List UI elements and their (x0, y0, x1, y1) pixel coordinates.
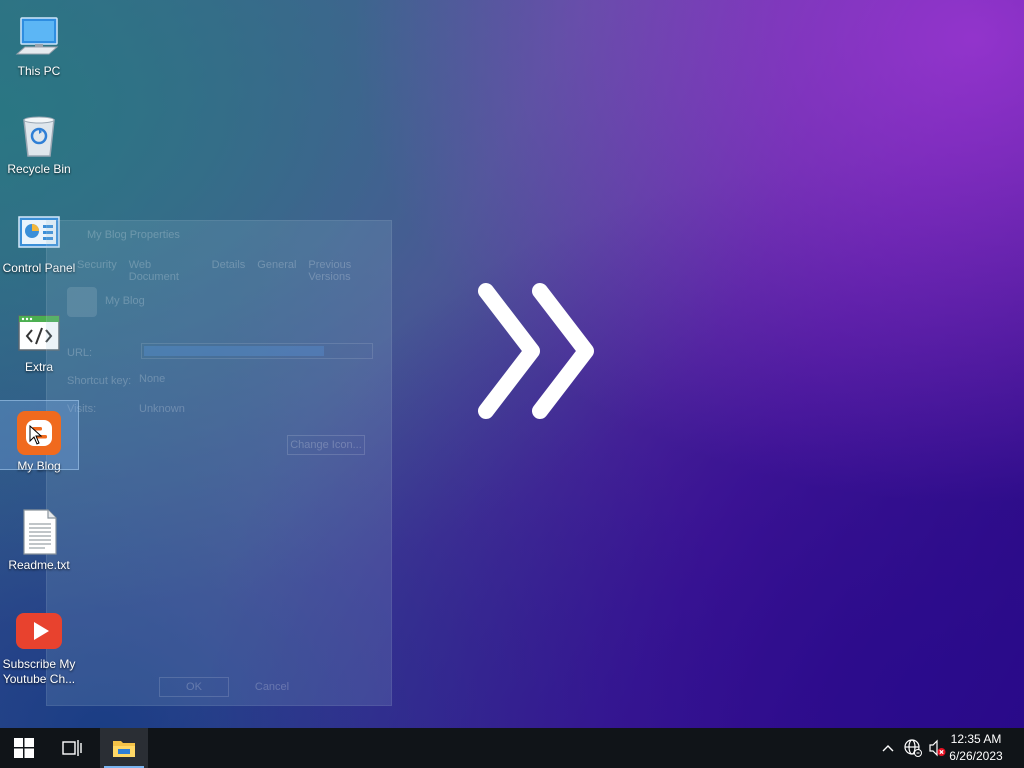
desktop[interactable]: This PC Recycle Bin Control Panel Extra … (0, 0, 1024, 728)
desktop-icon-label: Subscribe My Youtube Ch... (2, 657, 76, 686)
start-button[interactable] (0, 728, 48, 768)
windows-logo-icon (14, 738, 34, 758)
volume-button[interactable] (926, 728, 948, 768)
task-view-icon (62, 740, 82, 756)
tab-previous-versions[interactable]: Previous Versions (308, 259, 391, 283)
dialog-tabs: Security Web Document Details General Pr… (77, 259, 391, 283)
clock-time: 12:35 AM (950, 732, 1002, 746)
blogger-icon (15, 409, 63, 457)
visits-value: Unknown (139, 403, 185, 415)
desktop-icon-youtube[interactable]: Subscribe My Youtube Ch... (0, 599, 78, 686)
cancel-button[interactable]: Cancel (237, 677, 307, 697)
url-label: URL: (67, 347, 93, 359)
desktop-icon-label: This PC (17, 64, 61, 78)
task-view-button[interactable] (48, 728, 96, 768)
tab-general[interactable]: General (257, 259, 296, 283)
show-hidden-icons-button[interactable] (878, 728, 898, 768)
shortcut-key-field[interactable]: None (139, 373, 165, 385)
desktop-icon-label: My Blog (17, 459, 61, 473)
desktop-icon-recycle-bin[interactable]: Recycle Bin (0, 104, 78, 176)
network-globe-icon (904, 739, 922, 757)
desktop-icon-label: Recycle Bin (7, 162, 71, 176)
clock-date: 6/26/2023 (949, 749, 1003, 763)
text-file-icon (15, 508, 63, 556)
ok-button[interactable]: OK (159, 677, 229, 697)
youtube-icon (15, 607, 63, 655)
recycle-bin-icon (15, 112, 63, 160)
tab-details[interactable]: Details (212, 259, 246, 283)
url-field[interactable] (141, 343, 373, 359)
volume-muted-icon (929, 739, 946, 757)
computer-icon (15, 14, 63, 62)
tab-security[interactable]: Security (77, 259, 117, 283)
desktop-icon-my-blog[interactable]: My Blog (0, 400, 79, 473)
desktop-icon-label: Readme.txt (8, 558, 70, 572)
dialog-title: My Blog Properties (87, 229, 180, 241)
properties-dialog: My Blog Properties Security Web Document… (46, 220, 392, 706)
taskbar-file-explorer[interactable] (100, 728, 148, 768)
mouse-cursor-icon (29, 425, 43, 445)
item-name: My Blog (105, 295, 145, 307)
tab-web-document[interactable]: Web Document (129, 259, 200, 283)
clock[interactable]: 12:35 AM 6/26/2023 (946, 731, 1006, 765)
double-chevron-right-icon (470, 275, 610, 425)
change-icon-button[interactable]: Change Icon... (287, 435, 365, 455)
folder-icon (113, 741, 135, 757)
shortcut-key-label: Shortcut key: (67, 375, 132, 387)
taskbar: 12:35 AM 6/26/2023 (0, 728, 1024, 768)
item-icon (67, 287, 97, 317)
desktop-icon-this-pc[interactable]: This PC (0, 6, 78, 78)
desktop-icon-readme[interactable]: Readme.txt (0, 500, 78, 572)
network-button[interactable] (902, 728, 924, 768)
chevron-up-icon (882, 745, 894, 752)
